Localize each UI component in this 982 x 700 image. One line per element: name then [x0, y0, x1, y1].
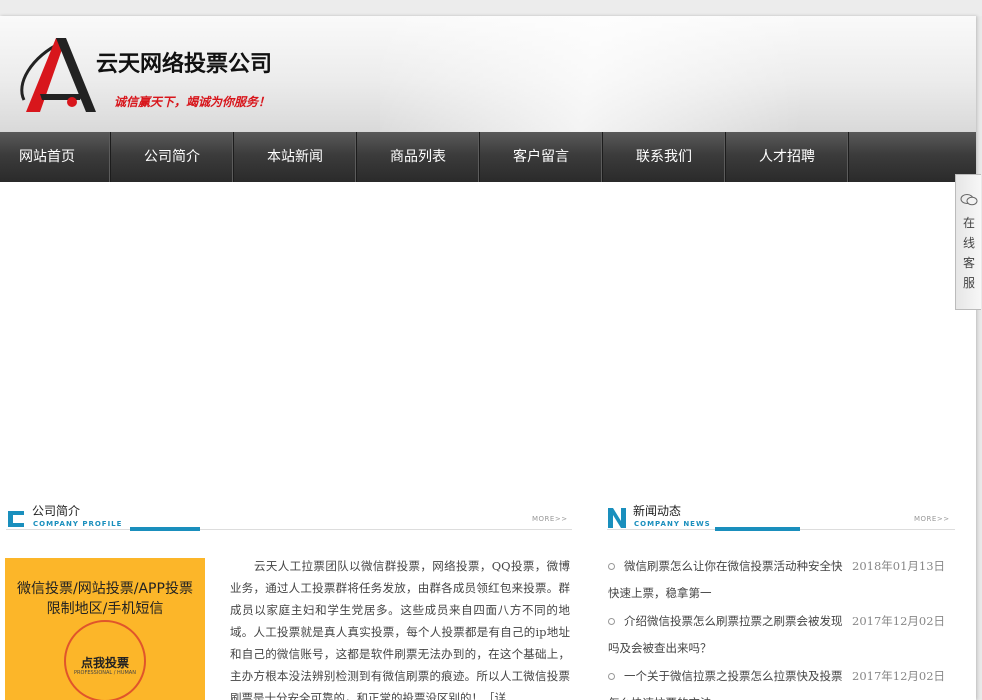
nav-item-messages[interactable]: 客户留言	[480, 132, 603, 182]
chat-bubble-icon	[960, 194, 978, 206]
news-section-header: 新闻动态 COMPANY NEWS MORE>>	[607, 502, 955, 532]
banner-area	[0, 182, 976, 482]
browser-top-strip	[0, 0, 982, 16]
page-container: 云天网络投票公司 诚信赢天下，竭诚为你服务！ 网站首页 公司简介 本站新闻 商品…	[0, 16, 976, 700]
news-item[interactable]: 一个关于微信拉票之投票怎么拉票快及投票怎么快速拉票的方法 2017年12月02日	[608, 663, 958, 700]
nav-item-jobs[interactable]: 人才招聘	[726, 132, 849, 182]
online-service-button[interactable]: 在线客服	[955, 174, 981, 310]
promo-line1: 微信投票/网站投票/APP投票	[17, 581, 193, 597]
news-item[interactable]: 微信刷票怎么让你在微信投票活动种安全快快速上票，稳拿第一 2018年01月13日	[608, 553, 958, 608]
news-item-title[interactable]: 介绍微信投票怎么刷票拉票之刷票会被发现吗及会被查出来吗？	[608, 608, 853, 663]
company-slogan: 诚信赢天下，竭诚为你服务！	[114, 95, 271, 109]
news-subtitle: COMPANY NEWS	[634, 520, 711, 528]
news-list: 微信刷票怎么让你在微信投票活动种安全快快速上票，稳拿第一 2018年01月13日…	[608, 553, 958, 700]
news-item-date: 2018年01月13日	[852, 559, 946, 573]
nav-item-about[interactable]: 公司简介	[111, 132, 234, 182]
news-more-link[interactable]: MORE>>	[914, 515, 950, 523]
news-title: 新闻动态	[633, 504, 682, 518]
news-item-title[interactable]: 微信刷票怎么让你在微信投票活动种安全快快速上票，稳拿第一	[608, 553, 853, 608]
news-item-title[interactable]: 一个关于微信拉票之投票怎么拉票快及投票怎么快速拉票的方法	[608, 663, 853, 700]
vote-promo-image[interactable]: 微信投票/网站投票/APP投票 限制地区/手机短信 点我投票 PROFESSIO…	[5, 558, 205, 700]
online-service-label: 在线客服	[962, 216, 975, 290]
nav-item-products[interactable]: 商品列表	[357, 132, 480, 182]
site-header: 云天网络投票公司 诚信赢天下，竭诚为你服务！	[0, 16, 976, 132]
profile-section-header: 公司简介 COMPANY PROFILE MORE>>	[6, 502, 572, 532]
profile-title: 公司简介	[32, 504, 81, 518]
profile-text: 云天人工拉票团队以微信群投票，网络投票，QQ投票，微博业务，通过人工投票群将任务…	[230, 559, 570, 700]
profile-more-link[interactable]: MORE>>	[532, 515, 568, 523]
main-nav: 网站首页 公司简介 本站新闻 商品列表 客户留言 联系我们 人才招聘	[0, 132, 976, 182]
nav-item-home[interactable]: 网站首页	[0, 132, 111, 182]
promo-line2: 限制地区/手机短信	[46, 601, 164, 617]
promo-cta-en: PROFESSIONAL / HUMAN	[74, 670, 136, 676]
nav-item-contact[interactable]: 联系我们	[603, 132, 726, 182]
news-item[interactable]: 介绍微信投票怎么刷票拉票之刷票会被发现吗及会被查出来吗？ 2017年12月02日	[608, 608, 958, 663]
promo-cta: 点我投票	[80, 656, 129, 670]
news-n-icon	[608, 508, 626, 528]
company-logo-icon[interactable]	[16, 34, 102, 116]
nav-item-news[interactable]: 本站新闻	[234, 132, 357, 182]
news-item-date: 2017年12月02日	[852, 669, 946, 683]
news-item-date: 2017年12月02日	[852, 614, 946, 628]
profile-subtitle: COMPANY PROFILE	[33, 520, 123, 528]
company-name: 云天网络投票公司	[96, 52, 273, 77]
profile-c-icon	[8, 511, 24, 527]
